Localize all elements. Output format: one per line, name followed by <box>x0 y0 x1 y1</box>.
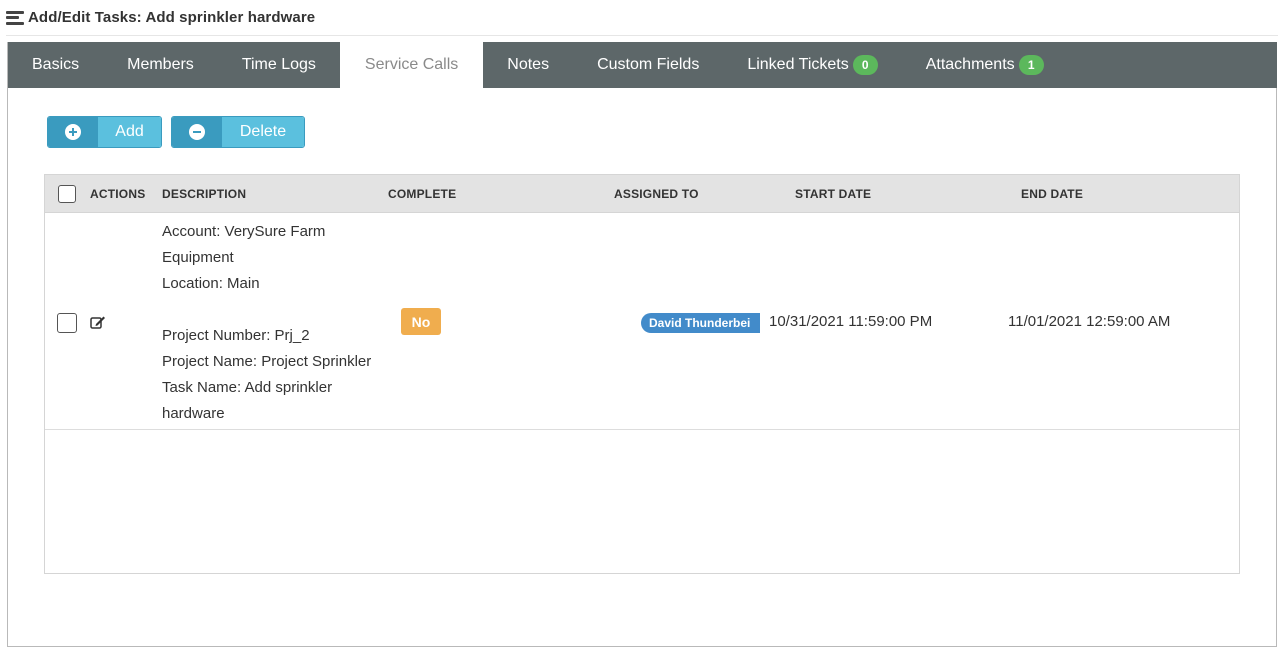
tab-members[interactable]: Members <box>103 42 218 88</box>
page-header: Add/Edit Tasks: Add sprinkler hardware <box>6 0 1278 36</box>
tab-custom-fields[interactable]: Custom Fields <box>573 42 723 88</box>
tab-service-calls[interactable]: Service Calls <box>339 42 484 88</box>
table-header: ACTIONS DESCRIPTION COMPLETE ASSIGNED TO… <box>45 175 1239 213</box>
tab-basics[interactable]: Basics <box>8 42 103 88</box>
column-header-description[interactable]: DESCRIPTION <box>162 175 246 213</box>
plus-circle-icon <box>65 124 81 140</box>
tab-linked-tickets[interactable]: Linked Tickets 0 <box>723 42 901 88</box>
tab-label: Basics <box>32 56 80 73</box>
description-line: Account: VerySure Farm <box>162 223 326 240</box>
table-row: Account: VerySure Farm Equipment Locatio… <box>45 213 1239 430</box>
count-badge: 0 <box>852 55 878 75</box>
description-line: Project Number: Prj_2 <box>162 327 310 344</box>
description-cell: Account: VerySure Farm Equipment Locatio… <box>162 219 392 427</box>
start-date-cell: 10/31/2021 11:59:00 PM <box>769 313 933 330</box>
tab-label: Time Logs <box>241 56 316 73</box>
tab-label: Custom Fields <box>597 56 700 73</box>
tab-label: Members <box>127 56 194 73</box>
description-line: Task Name: Add sprinkler <box>162 379 333 396</box>
tab-attachments[interactable]: Attachments 1 <box>902 42 1068 88</box>
add-button[interactable]: Add <box>47 116 162 148</box>
count-badge: 1 <box>1018 55 1044 75</box>
complete-status-badge: No <box>401 308 441 335</box>
description-line: hardware <box>162 405 225 422</box>
tab-notes[interactable]: Notes <box>483 42 573 88</box>
tab-label: Linked Tickets <box>747 56 849 73</box>
assignee-badge: David Thunderbei <box>641 313 760 333</box>
tab-label: Service Calls <box>364 56 459 73</box>
page-title: Add/Edit Tasks: Add sprinkler hardware <box>28 9 316 26</box>
task-panel: Basics Members Time Logs Service Calls N… <box>7 42 1277 647</box>
tab-label: Notes <box>507 56 550 73</box>
delete-button-label: Delete <box>222 117 304 147</box>
list-icon <box>6 10 24 25</box>
end-date-cell: 11/01/2021 12:59:00 AM <box>1008 313 1171 330</box>
tab-time-logs[interactable]: Time Logs <box>218 42 340 88</box>
description-line: Project Name: Project Sprinkler <box>162 353 372 370</box>
description-line: Location: Main <box>162 275 260 292</box>
select-all-checkbox[interactable] <box>58 185 76 203</box>
edit-icon[interactable] <box>90 315 106 329</box>
column-header-actions: ACTIONS <box>90 187 146 201</box>
add-button-label: Add <box>98 117 161 147</box>
tab-label: Attachments <box>925 56 1015 73</box>
column-header-complete[interactable]: COMPLETE <box>388 175 456 213</box>
service-calls-table: ACTIONS DESCRIPTION COMPLETE ASSIGNED TO… <box>44 174 1240 574</box>
minus-circle-icon <box>189 124 205 140</box>
description-line: Equipment <box>162 249 234 266</box>
column-header-end-date[interactable]: END DATE <box>1021 175 1083 213</box>
column-header-assigned-to[interactable]: ASSIGNED TO <box>614 175 699 213</box>
column-header-start-date[interactable]: START DATE <box>795 175 871 213</box>
delete-button[interactable]: Delete <box>171 116 305 148</box>
row-checkbox[interactable] <box>57 313 77 333</box>
tab-bar: Basics Members Time Logs Service Calls N… <box>8 42 1277 88</box>
